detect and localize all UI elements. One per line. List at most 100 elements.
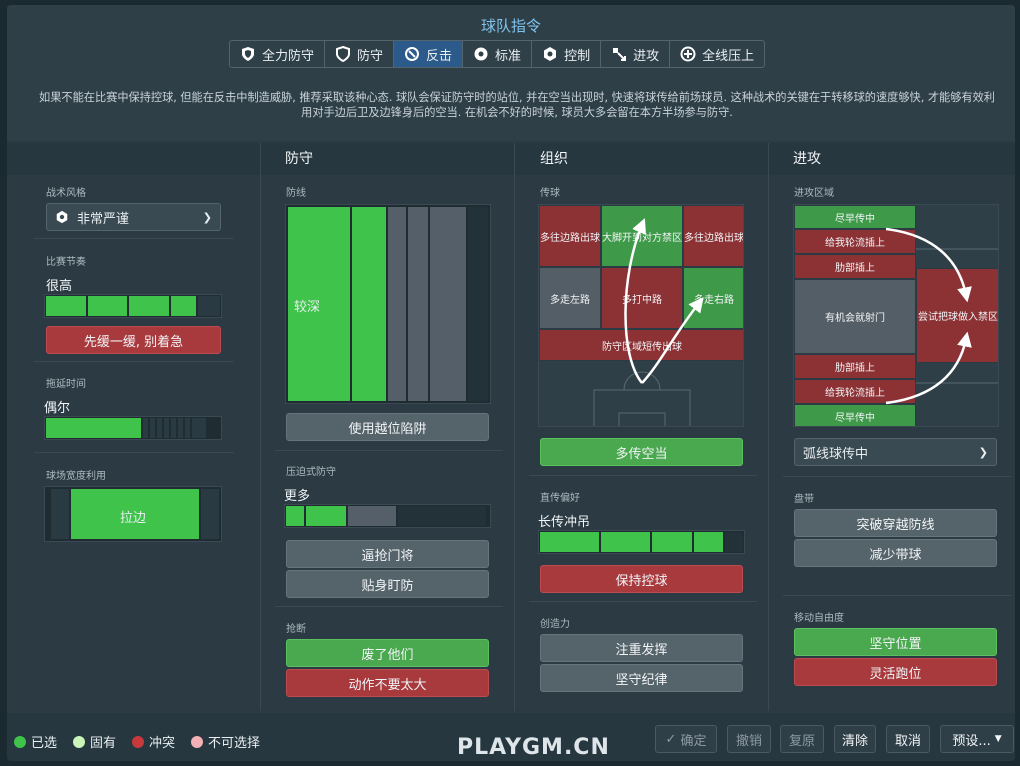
- press-goalkeeper-button[interactable]: 逼抢门将: [286, 540, 489, 568]
- run-at-defence-button[interactable]: 突破穿越防线: [794, 509, 997, 537]
- slider-segment: [150, 418, 155, 438]
- slider-segment: [198, 296, 221, 316]
- retain-possession-button[interactable]: 保持控球: [540, 565, 743, 593]
- legend-inherent: 固有: [73, 732, 116, 751]
- timewasting-label: 拖延时间: [46, 379, 86, 390]
- slider-segment: [388, 207, 406, 401]
- stay-on-feet-button[interactable]: 动作不要太大: [286, 669, 489, 697]
- tight-marking-button[interactable]: 贴身盯防: [286, 570, 489, 598]
- tab-balanced[interactable]: 标准: [463, 41, 533, 67]
- separator: [34, 361, 234, 362]
- legend-selected: 已选: [14, 732, 57, 751]
- slider-segment: [694, 532, 723, 552]
- redo-button[interactable]: 复原: [780, 725, 824, 753]
- get-stuck-in-button[interactable]: 废了他们: [286, 639, 489, 667]
- tab-counter[interactable]: 反击: [394, 41, 464, 67]
- tempo-slider[interactable]: [44, 294, 222, 318]
- legend-dot: [73, 735, 85, 748]
- attack-pitch: 尽早传中 给我轮流插上 肋部插上 有机会就射门 尝试把球做入禁区 肋部插上 给我…: [793, 204, 999, 427]
- tab-positive[interactable]: 控制: [532, 41, 602, 67]
- attack-arrows: [885, 227, 972, 405]
- divider: [768, 143, 769, 711]
- width-label: 球场宽度利用: [46, 471, 106, 482]
- slider-segment: [171, 418, 176, 438]
- style-value: 非常严谨: [77, 211, 130, 227]
- separator: [34, 452, 234, 453]
- press-label: 压迫式防守: [286, 467, 336, 478]
- chevron-down-icon: ❯: [202, 210, 212, 224]
- tab-attacking[interactable]: 进攻: [601, 41, 671, 67]
- defensive-line-slider[interactable]: 较深: [285, 204, 491, 404]
- tempo-lower-button[interactable]: 先缓一缓, 别着急: [46, 326, 221, 354]
- all-out-attack-icon: [680, 46, 696, 62]
- watermark: PLAYGM.CN: [457, 735, 610, 760]
- width-slider[interactable]: 拉边: [44, 486, 222, 542]
- crossing-dropdown[interactable]: 弧线球传中 ❯: [794, 438, 997, 466]
- pass-into-space-button[interactable]: 多传空当: [540, 438, 743, 466]
- ball-icon: [474, 47, 488, 61]
- offside-trap-button[interactable]: 使用越位陷阱: [286, 413, 489, 441]
- creative-freedom-button[interactable]: 注重发挥: [540, 634, 743, 662]
- slider-segment: [430, 207, 466, 401]
- tempo-value: 很高: [46, 279, 73, 294]
- slider-segment: [286, 506, 304, 526]
- line-value: 较深: [294, 300, 321, 315]
- dribble-less-button[interactable]: 减少带球: [794, 539, 997, 567]
- tab-very-attacking[interactable]: 全线压上: [670, 41, 764, 67]
- undo-button[interactable]: 撤销: [727, 725, 771, 753]
- slider-segment: [468, 207, 488, 401]
- roam-button[interactable]: 灵活跑位: [794, 658, 997, 686]
- slider-segment: [601, 532, 650, 552]
- slider-segment: [46, 418, 141, 438]
- mentality-description: 如果不能在比赛中保持控球, 但能在反击中制造威胁, 推荐采取该种心态. 球队会保…: [39, 91, 995, 119]
- timewasting-value: 偶尔: [44, 401, 71, 416]
- slider-segment: [652, 532, 692, 552]
- slider-segment: [306, 506, 346, 526]
- presets-button[interactable]: 预设... ▼: [940, 725, 1014, 753]
- hexagon-icon: [56, 210, 68, 224]
- separator: [783, 476, 1011, 477]
- separator: [783, 595, 1011, 596]
- defence-heading: 防守: [285, 151, 313, 167]
- slider-segment: [398, 506, 486, 526]
- slider-segment: [408, 207, 428, 401]
- pressing-slider[interactable]: [284, 504, 491, 528]
- slider-segment: [185, 418, 190, 438]
- legend-dot: [14, 735, 26, 748]
- slider-segment: [170, 296, 197, 316]
- more-discipline-button[interactable]: 坚守纪律: [540, 664, 743, 692]
- dribbling-label: 盘带: [794, 494, 814, 505]
- freedom-label: 移动自由度: [794, 613, 844, 624]
- line-label: 防线: [286, 188, 306, 199]
- slider-segment: [540, 532, 599, 552]
- passing-label: 传球: [540, 188, 560, 199]
- tackle-label: 抢断: [286, 624, 306, 635]
- slider-segment: [352, 207, 386, 401]
- legend-unavailable: 不可选择: [191, 732, 260, 751]
- chevron-down-icon: ❯: [978, 445, 988, 459]
- divider: [514, 143, 515, 711]
- legend-dot: [191, 735, 203, 748]
- check-icon: ✓: [665, 731, 677, 747]
- style-dropdown[interactable]: 非常严谨 ❯: [46, 203, 221, 231]
- press-value: 更多: [284, 489, 311, 504]
- pass-arrows: [624, 218, 704, 384]
- separator: [275, 606, 503, 607]
- slider-segment: [192, 418, 206, 438]
- tempo-label: 比赛节奏: [46, 257, 86, 268]
- confirm-button[interactable]: ✓ 确定: [655, 725, 717, 753]
- slider-segment: [157, 418, 162, 438]
- slider-segment: [348, 506, 396, 526]
- clear-button[interactable]: 清除: [834, 725, 876, 753]
- directness-value: 长传冲吊: [538, 515, 591, 530]
- separator: [275, 450, 503, 451]
- directness-slider[interactable]: [538, 530, 745, 554]
- hold-position-button[interactable]: 坚守位置: [794, 628, 997, 656]
- cancel-button[interactable]: 取消: [886, 725, 930, 753]
- timewasting-slider[interactable]: [44, 416, 222, 440]
- team-instructions-panel: 球队指令 全力防守 防守 反击 标准 控制 进攻 全线压上 如果不能在比赛中保持…: [7, 5, 1015, 761]
- tab-defensive[interactable]: 防守: [325, 41, 395, 67]
- attack-icon: [613, 48, 627, 61]
- tab-very-defensive[interactable]: 全力防守: [230, 41, 326, 67]
- slider-segment: [143, 418, 148, 438]
